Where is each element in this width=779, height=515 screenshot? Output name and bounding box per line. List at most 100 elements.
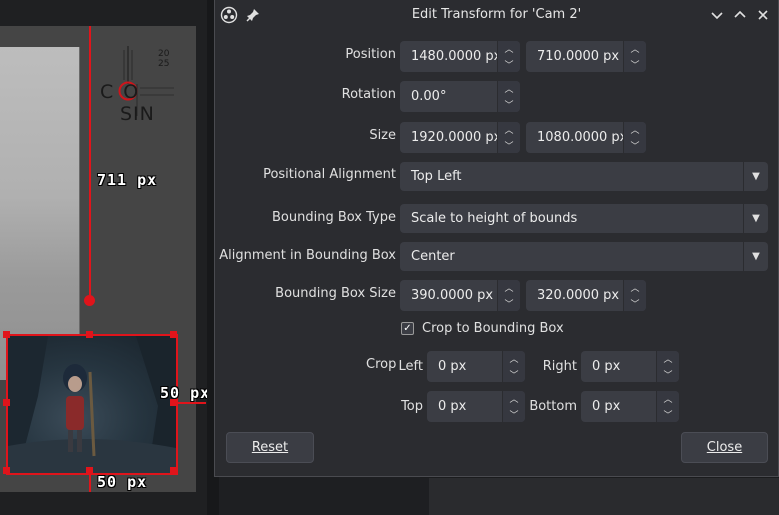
bounding-box-size-label: Bounding Box Size (275, 286, 396, 301)
alignment-in-bounding-box-label: Alignment in Bounding Box (219, 248, 396, 263)
resize-handle-top[interactable] (86, 331, 93, 338)
crop-bottom-spinbox[interactable]: 0 px ︿ ﹀ (581, 391, 679, 422)
edit-transform-dialog: Edit Transform for 'Cam 2' Position 1480… (214, 0, 779, 477)
decrement-arrow-icon[interactable]: ﹀ (624, 296, 646, 311)
spin-arrows: ︿ ﹀ (656, 391, 679, 422)
resize-handle-bottom-left[interactable] (3, 467, 10, 474)
increment-arrow-icon[interactable]: ︿ (624, 280, 646, 295)
crop-top-value: 0 px (438, 399, 467, 414)
spin-arrows: ︿ ﹀ (497, 41, 520, 72)
decrement-arrow-icon[interactable]: ﹀ (498, 296, 520, 311)
crop-top-label: Top (401, 399, 423, 414)
position-label: Position (345, 47, 396, 62)
positional-alignment-select[interactable]: Top Left ▼ (400, 162, 768, 191)
size-width-spinbox[interactable]: 1920.0000 px ︿ ﹀ (400, 122, 520, 153)
crop-bottom-label: Bottom (529, 399, 577, 414)
dropdown-arrow-icon: ▼ (743, 242, 768, 271)
crop-to-bounding-box-checkbox[interactable]: ✓ (401, 322, 414, 335)
decrement-arrow-icon[interactable]: ﹀ (498, 57, 520, 72)
increment-arrow-icon[interactable]: ︿ (624, 122, 646, 137)
decrement-arrow-icon[interactable]: ﹀ (657, 407, 679, 422)
rotation-label: Rotation (341, 87, 396, 102)
title-bar[interactable]: Edit Transform for 'Cam 2' (215, 0, 778, 30)
decrement-arrow-icon[interactable]: ﹀ (498, 97, 520, 112)
close-button[interactable]: Close (681, 432, 768, 463)
bottom-distance-guide (89, 472, 91, 492)
cam-2-source[interactable] (6, 334, 178, 475)
increment-arrow-icon[interactable]: ︿ (498, 41, 520, 56)
dialog-title: Edit Transform for 'Cam 2' (411, 7, 582, 22)
crop-left-value: 0 px (438, 359, 467, 374)
chevron-down-icon[interactable] (707, 5, 727, 25)
bounding-box-height-spinbox[interactable]: 320.0000 px ︿ ﹀ (526, 280, 646, 311)
spin-arrows: ︿ ﹀ (497, 280, 520, 311)
underlying-window (429, 478, 779, 515)
decrement-arrow-icon[interactable]: ﹀ (498, 138, 520, 153)
positional-alignment-value: Top Left (411, 169, 462, 184)
close-icon[interactable] (753, 5, 773, 25)
decrement-arrow-icon[interactable]: ﹀ (624, 57, 646, 72)
guide-endpoint (84, 295, 95, 306)
distance-label-bottom: 50 px (97, 473, 148, 491)
alignment-in-bounding-box-select[interactable]: Center ▼ (400, 242, 768, 271)
bounding-box-type-label: Bounding Box Type (272, 210, 396, 225)
chevron-up-icon[interactable] (730, 5, 750, 25)
logo-text-top: CO (100, 81, 149, 103)
increment-arrow-icon[interactable]: ︿ (498, 280, 520, 295)
grey-scene-source[interactable] (0, 47, 80, 380)
checkmark-icon: ✓ (403, 323, 412, 334)
position-y-value: 710.0000 px (537, 49, 620, 64)
resize-handle-top-right[interactable] (170, 331, 177, 338)
crop-right-value: 0 px (592, 359, 621, 374)
size-width-value: 1920.0000 px (411, 130, 502, 145)
logo-year-bottom: 25 (158, 59, 170, 69)
crop-top-spinbox[interactable]: 0 px ︿ ﹀ (427, 391, 525, 422)
crop-right-label: Right (542, 359, 577, 374)
increment-arrow-icon[interactable]: ︿ (498, 81, 520, 96)
increment-arrow-icon[interactable]: ︿ (657, 351, 679, 366)
increment-arrow-icon[interactable]: ︿ (624, 41, 646, 56)
distance-label-top: 711 px (97, 171, 158, 189)
spin-arrows: ︿ ﹀ (623, 122, 646, 153)
spin-arrows: ︿ ﹀ (502, 351, 525, 382)
reset-button-label: Reset (251, 440, 289, 455)
decrement-arrow-icon[interactable]: ﹀ (657, 367, 679, 382)
increment-arrow-icon[interactable]: ︿ (657, 391, 679, 406)
logo-text-bottom: SIN (120, 103, 155, 125)
reset-button[interactable]: Reset (226, 432, 314, 463)
rotation-value: 0.00° (411, 89, 447, 104)
positional-alignment-label: Positional Alignment (263, 167, 396, 182)
bounding-box-width-value: 390.0000 px (411, 288, 494, 303)
decrement-arrow-icon[interactable]: ﹀ (503, 367, 525, 382)
resize-handle-left[interactable] (3, 399, 10, 406)
resize-handle-top-left[interactable] (3, 331, 10, 338)
vertical-distance-guide (89, 26, 91, 301)
bounding-box-height-value: 320.0000 px (537, 288, 620, 303)
bounding-box-width-spinbox[interactable]: 390.0000 px ︿ ﹀ (400, 280, 520, 311)
position-y-spinbox[interactable]: 710.0000 px ︿ ﹀ (526, 41, 646, 72)
resize-handle-bottom-right[interactable] (170, 467, 177, 474)
crop-right-spinbox[interactable]: 0 px ︿ ﹀ (581, 351, 679, 382)
position-x-spinbox[interactable]: 1480.0000 px ︿ ﹀ (400, 41, 520, 72)
spin-arrows: ︿ ﹀ (623, 280, 646, 311)
position-x-value: 1480.0000 px (411, 49, 502, 64)
rotation-spinbox[interactable]: 0.00° ︿ ﹀ (400, 81, 520, 112)
size-height-spinbox[interactable]: 1080.0000 px ︿ ﹀ (526, 122, 646, 153)
dropdown-arrow-icon: ▼ (743, 162, 768, 191)
logo-year-top: 20 (158, 49, 170, 59)
crop-to-bounding-box-label[interactable]: Crop to Bounding Box (422, 321, 564, 336)
spin-arrows: ︿ ﹀ (656, 351, 679, 382)
decrement-arrow-icon[interactable]: ﹀ (624, 138, 646, 153)
crop-left-label: Left (398, 359, 423, 374)
crop-left-spinbox[interactable]: 0 px ︿ ﹀ (427, 351, 525, 382)
bounding-box-type-select[interactable]: Scale to height of bounds ▼ (400, 204, 768, 233)
increment-arrow-icon[interactable]: ︿ (498, 122, 520, 137)
close-button-label: Close (706, 440, 743, 455)
size-height-value: 1080.0000 px (537, 130, 628, 145)
cosin-logo: 20 25 CO SIN (98, 40, 180, 132)
right-distance-guide (176, 402, 206, 404)
increment-arrow-icon[interactable]: ︿ (503, 351, 525, 366)
spin-arrows: ︿ ﹀ (497, 122, 520, 153)
size-label: Size (369, 128, 396, 143)
spin-arrows: ︿ ﹀ (497, 81, 520, 112)
